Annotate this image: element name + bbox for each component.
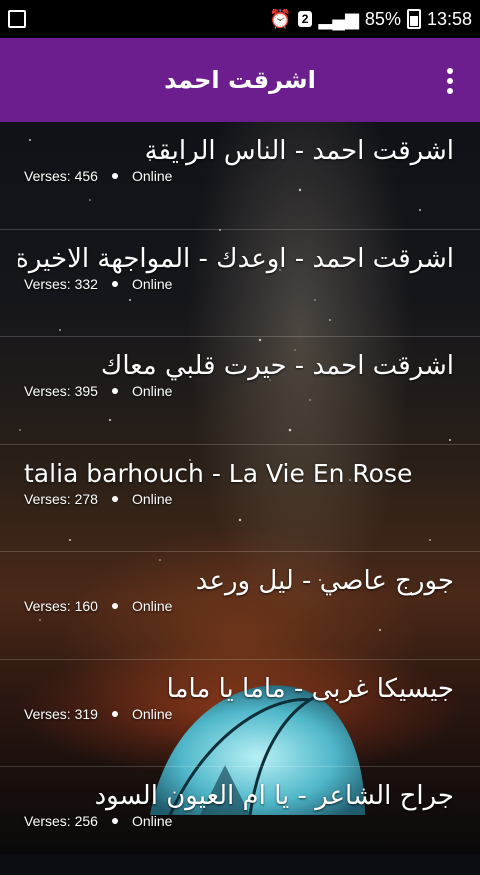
clock: 13:58 — [426, 8, 472, 29]
separator-dot-icon — [111, 603, 118, 609]
alarm-icon: ⏰ — [269, 8, 292, 29]
song-meta: Verses: 395 Online — [24, 383, 172, 399]
song-meta: Verses: 256 Online — [24, 813, 172, 829]
song-meta: Verses: 319 Online — [24, 706, 172, 722]
verses-count: Verses: 332 — [24, 275, 98, 292]
separator-dot-icon — [111, 818, 118, 824]
list-item[interactable]: جراح الشاعر - يا ام العيون السود Verses:… — [0, 767, 480, 875]
image-notification-icon — [8, 10, 26, 28]
status-label: Online — [131, 490, 173, 507]
separator-dot-icon — [111, 388, 118, 394]
sim-badge: 2 — [297, 11, 313, 27]
list-item[interactable]: talia barhouch - La Vie En Rose Verses: … — [0, 445, 480, 552]
separator-dot-icon — [111, 280, 118, 287]
song-meta: Verses: 278 Online — [24, 491, 172, 507]
song-title: اشرقت احمد - الناس الرايقة — [144, 136, 454, 166]
status-bar: ⏰ 2 ▂▄▆ 85% 13:58 — [0, 0, 480, 38]
song-meta: Verses: 332 Online — [24, 276, 172, 292]
separator-dot-icon — [111, 495, 118, 502]
verses-count: Verses: 160 — [24, 598, 98, 614]
verses-count: Verses: 395 — [24, 383, 98, 399]
status-label: Online — [131, 813, 173, 829]
song-title: جورج عاصي - ليل ورعد — [195, 566, 454, 596]
status-label: Online — [131, 275, 173, 292]
overflow-menu-icon[interactable] — [444, 68, 456, 94]
song-title: اشرقت احمد - اوعدك - المواجهة الاخيرة — [18, 243, 454, 274]
app-bar: اشرقت احمد — [0, 38, 480, 122]
list-item[interactable]: اشرقت احمد - اوعدك - المواجهة الاخيرة Ve… — [0, 230, 480, 337]
page-title: اشرقت احمد — [164, 66, 316, 94]
song-list: اشرقت احمد - الناس الرايقة Verses: 456 O… — [0, 122, 480, 854]
song-title: جيسيكا غربى - ماما يا ماما — [166, 673, 454, 704]
song-meta: Verses: 160 Online — [24, 598, 172, 614]
status-label: Online — [131, 598, 173, 614]
status-label: Online — [131, 705, 173, 722]
status-label: Online — [131, 168, 173, 184]
separator-dot-icon — [111, 710, 118, 717]
list-item[interactable]: جيسيكا غربى - ماما يا ماما Verses: 319 O… — [0, 660, 480, 767]
list-item[interactable]: اشرقت احمد - حيرت قلبي معاك Verses: 395 … — [0, 337, 480, 445]
verses-count: Verses: 319 — [24, 705, 98, 722]
verses-count: Verses: 278 — [24, 490, 98, 507]
song-title: talia barhouch - La Vie En Rose — [24, 458, 413, 488]
song-title: جراح الشاعر - يا ام العيون السود — [94, 781, 454, 811]
separator-dot-icon — [111, 173, 118, 179]
verses-count: Verses: 456 — [24, 168, 98, 184]
list-item[interactable]: اشرقت احمد - الناس الرايقة Verses: 456 O… — [0, 122, 480, 230]
status-label: Online — [131, 383, 173, 399]
verses-count: Verses: 256 — [24, 813, 98, 829]
battery-percent: 85% — [364, 8, 401, 29]
song-title: اشرقت احمد - حيرت قلبي معاك — [100, 351, 454, 381]
signal-icon: ▂▄▆ — [318, 8, 359, 29]
battery-icon — [406, 9, 421, 29]
song-meta: Verses: 456 Online — [24, 168, 172, 184]
list-item[interactable]: جورج عاصي - ليل ورعد Verses: 160 Online — [0, 552, 480, 660]
